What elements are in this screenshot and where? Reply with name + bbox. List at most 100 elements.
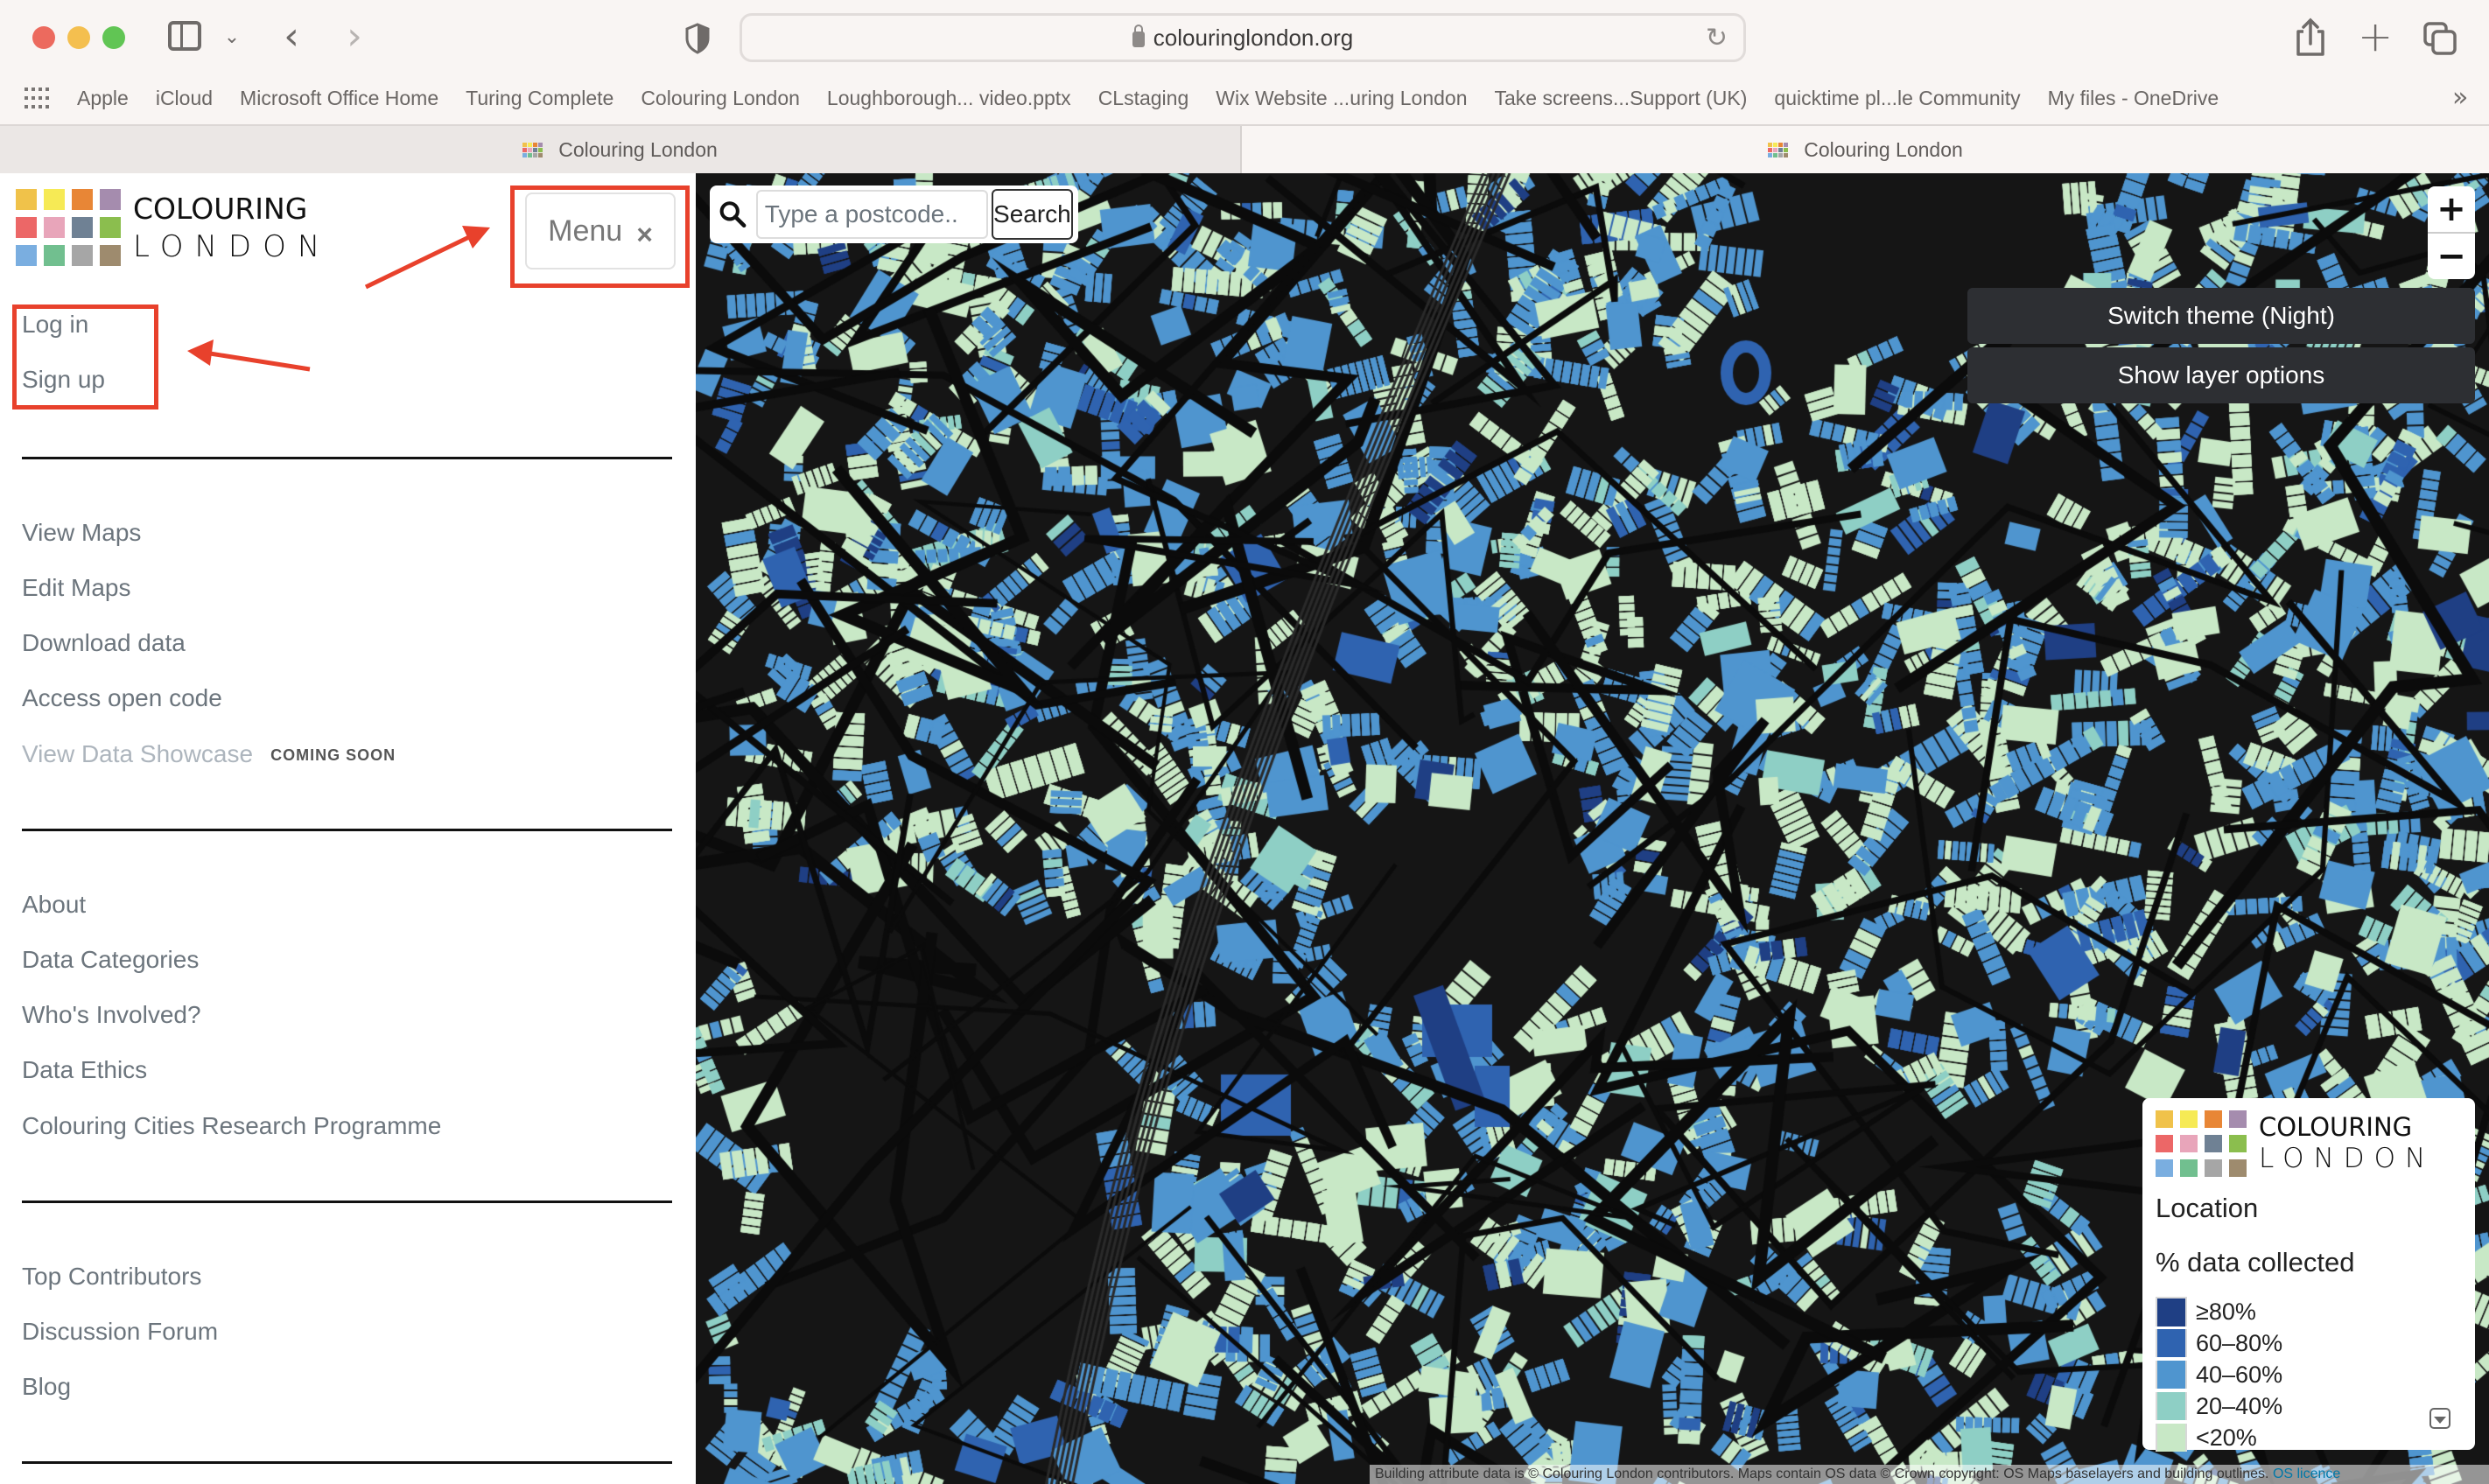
nav-top-contributors[interactable]: Top Contributors (22, 1263, 201, 1291)
logo-color-square (538, 152, 543, 158)
legend-item: 60–80% (2156, 1327, 2475, 1359)
legend-item: ≥80% (2156, 1296, 2475, 1327)
tab-overview-icon[interactable] (2422, 21, 2457, 56)
logo-text: COLOURING LONDON (2259, 1115, 2435, 1172)
nav-blog[interactable]: Blog (22, 1373, 71, 1401)
logo-color-square (1784, 142, 1789, 147)
logo-color-square (528, 147, 533, 152)
bookmark-item[interactable]: Wix Website ...uring London (1216, 80, 1467, 116)
annotation-arrows (187, 226, 490, 372)
os-licence-link[interactable]: OS licence (2273, 1466, 2340, 1481)
window-maximize-button[interactable] (102, 26, 125, 49)
privacy-shield-icon[interactable] (684, 23, 711, 54)
search-button[interactable]: Search (991, 189, 1073, 240)
zoom-out-button[interactable]: − (2428, 234, 2475, 279)
logo-color-square (1768, 147, 1773, 152)
logo-color-square (2156, 1159, 2173, 1177)
logo-color-square (2205, 1135, 2222, 1152)
legend-label: 60–80% (2196, 1329, 2283, 1356)
back-button[interactable]: ‹ (278, 14, 305, 59)
logo-color-square (2156, 1110, 2173, 1128)
favicon-icon (1768, 142, 1789, 158)
nav-download-data[interactable]: Download data (22, 629, 186, 657)
apps-grid-icon[interactable] (25, 88, 49, 108)
logo-color-square (522, 147, 528, 152)
tab-colouring-london-1[interactable]: Colouring London (0, 126, 1242, 173)
bookmark-item[interactable]: Take screens...Support (UK) (1495, 80, 1748, 116)
logo-color-grid (2156, 1110, 2247, 1177)
bookmark-item[interactable]: iCloud (156, 80, 213, 116)
map-attribution: Building attribute data is © Colouring L… (1370, 1465, 2489, 1484)
new-tab-icon[interactable]: + (2358, 12, 2393, 61)
divider (22, 1461, 672, 1464)
legend-collapse-icon[interactable] (2429, 1408, 2450, 1429)
tab-title: Colouring London (1804, 137, 1963, 161)
tab-colouring-london-2[interactable]: Colouring London (1242, 126, 2489, 173)
legend-swatch (2156, 1392, 2187, 1420)
legend-swatch (2156, 1329, 2187, 1357)
reload-icon[interactable]: ↻ (1706, 23, 1728, 53)
zoom-control: + − (2428, 186, 2475, 279)
forward-button[interactable]: › (341, 14, 368, 59)
url-display[interactable]: colouringlondon.org (742, 16, 1743, 60)
nav-whos-involved[interactable]: Who's Involved? (22, 1001, 201, 1029)
nav-discussion-forum[interactable]: Discussion Forum (22, 1318, 218, 1346)
more-bookmarks-button[interactable]: » (2452, 82, 2468, 113)
nav-data-categories[interactable]: Data Categories (22, 946, 199, 974)
logo-color-square (2229, 1110, 2247, 1128)
zoom-in-button[interactable]: + (2428, 186, 2475, 234)
legend-logo: COLOURING LONDON (2156, 1110, 2475, 1177)
nav-about[interactable]: About (22, 891, 86, 919)
logo-color-square (1778, 142, 1784, 147)
layer-options-button[interactable]: Show layer options (1967, 347, 2475, 403)
nav-access-open-code[interactable]: Access open code (22, 684, 222, 712)
nav-edit-maps[interactable]: Edit Maps (22, 574, 131, 602)
map-legend: COLOURING LONDON Location % data collect… (2142, 1098, 2475, 1453)
bookmark-item[interactable]: Turing Complete (466, 80, 613, 116)
legend-title: Location (2156, 1193, 2259, 1223)
legend-item: <20% (2156, 1422, 2475, 1453)
nav-colouring-cities[interactable]: Colouring Cities Research Programme (22, 1112, 441, 1140)
bookmark-item[interactable]: CLstaging (1098, 80, 1189, 116)
postcode-search: Search (710, 186, 1078, 243)
window-close-button[interactable] (32, 26, 55, 49)
logo-color-square (2229, 1159, 2247, 1177)
bookmark-item[interactable]: Microsoft Office Home (240, 80, 438, 116)
logo-color-square (2229, 1135, 2247, 1152)
bookmark-item[interactable]: Loughborough... video.pptx (827, 80, 1071, 116)
logo-color-square (2180, 1135, 2198, 1152)
logo-color-square (1784, 147, 1789, 152)
logo-color-square (528, 152, 533, 158)
bookmark-item[interactable]: My files - OneDrive (2048, 80, 2219, 116)
window-minimize-button[interactable] (67, 26, 90, 49)
logo-color-square (1768, 152, 1773, 158)
legend-label: ≥80% (2196, 1298, 2256, 1325)
bookmark-item[interactable]: quicktime pl...le Community (1774, 80, 2020, 116)
logo-color-square (1773, 152, 1778, 158)
logo-color-square (2205, 1159, 2222, 1177)
logo-line-1: COLOURING (2259, 1112, 2413, 1142)
nav-data-ethics[interactable]: Data Ethics (22, 1056, 147, 1084)
chevron-down-icon[interactable]: ⌄ (221, 19, 242, 54)
switch-theme-button[interactable]: Switch theme (Night) (1967, 288, 2475, 344)
bookmark-item[interactable]: Colouring London (641, 80, 800, 116)
logo-color-square (538, 142, 543, 147)
logo-color-square (533, 152, 538, 158)
logo-color-square (2180, 1110, 2198, 1128)
nav-view-data-showcase: View Data Showcase COMING SOON (22, 740, 396, 768)
lock-icon (1132, 24, 1145, 47)
postcode-input[interactable] (755, 190, 988, 239)
map-view[interactable]: Search + − Switch theme (Night) Show lay… (696, 173, 2489, 1484)
logo-color-square (533, 142, 538, 147)
share-icon[interactable] (2293, 18, 2328, 58)
favicon-icon (522, 142, 543, 158)
sidebar-toggle-icon[interactable] (168, 21, 201, 51)
nav-view-maps[interactable]: View Maps (22, 519, 141, 547)
url-text: colouringlondon.org (1153, 24, 1354, 51)
divider (22, 457, 672, 459)
legend-item: 40–60% (2156, 1359, 2475, 1390)
divider (22, 1200, 672, 1203)
bookmark-item[interactable]: Apple (77, 80, 129, 116)
address-bar[interactable]: colouringlondon.org ↻ (740, 13, 1746, 62)
logo-color-square (538, 147, 543, 152)
